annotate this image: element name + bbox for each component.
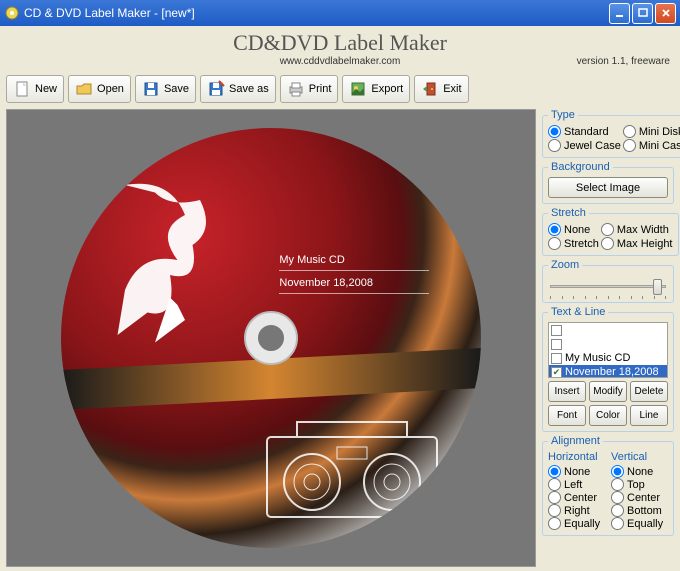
graffiti-art (95, 170, 245, 350)
valign-top-radio[interactable]: Top (611, 478, 668, 491)
background-panel: Background Select Image (542, 161, 674, 204)
valign-equally-radio[interactable]: Equally (611, 517, 668, 530)
textline-panel: Text & Line My Music CD ✔November 18,200… (542, 306, 674, 432)
font-button[interactable]: Font (548, 405, 586, 426)
stretch-panel: Stretch None Max Width Stretch Max Heigh… (542, 207, 679, 256)
type-minicase-radio[interactable]: Mini Case (623, 139, 680, 152)
export-button[interactable]: Export (342, 75, 410, 103)
disc-preview: My Music CD November 18,2008 (61, 128, 481, 548)
app-url: www.cddvdlabelmaker.com (8, 56, 672, 67)
window-title: CD & DVD Label Maker - [new*] (24, 6, 609, 20)
insert-button[interactable]: Insert (548, 381, 586, 402)
alignment-panel: Alignment Horizontal None Left Center Ri… (542, 435, 674, 536)
app-title: CD&DVD Label Maker (8, 30, 672, 56)
zoom-slider[interactable] (548, 277, 668, 295)
list-item[interactable] (549, 323, 667, 337)
stretch-none-radio[interactable]: None (548, 223, 599, 236)
stretch-stretch-radio[interactable]: Stretch (548, 237, 599, 250)
type-standard-radio[interactable]: Standard (548, 125, 621, 138)
saveas-button[interactable]: Save as (200, 75, 276, 103)
save-button[interactable]: Save (135, 75, 196, 103)
new-button[interactable]: New (6, 75, 64, 103)
line-button[interactable]: Line (630, 405, 668, 426)
maximize-button[interactable] (632, 3, 653, 24)
list-item[interactable]: ✔November 18,2008 (549, 365, 667, 378)
valign-none-radio[interactable]: None (611, 465, 668, 478)
halign-equally-radio[interactable]: Equally (548, 517, 605, 530)
open-icon (75, 80, 93, 98)
exit-button[interactable]: Exit (414, 75, 468, 103)
new-icon (13, 80, 31, 98)
halign-center-radio[interactable]: Center (548, 491, 605, 504)
print-icon (287, 80, 305, 98)
close-button[interactable] (655, 3, 676, 24)
type-minidisk-radio[interactable]: Mini Disk (623, 125, 680, 138)
disc-hole (246, 313, 296, 363)
halign-none-radio[interactable]: None (548, 465, 605, 478)
modify-button[interactable]: Modify (589, 381, 627, 402)
stretch-maxheight-radio[interactable]: Max Height (601, 237, 673, 250)
disc-text-block: My Music CD November 18,2008 (279, 254, 429, 294)
halign-left-radio[interactable]: Left (548, 478, 605, 491)
save-icon (142, 80, 160, 98)
color-button[interactable]: Color (589, 405, 627, 426)
delete-button[interactable]: Delete (630, 381, 668, 402)
type-jewel-radio[interactable]: Jewel Case (548, 139, 621, 152)
boombox-art (257, 417, 447, 527)
design-canvas[interactable]: My Music CD November 18,2008 (6, 109, 536, 567)
valign-bottom-radio[interactable]: Bottom (611, 504, 668, 517)
valign-center-radio[interactable]: Center (611, 491, 668, 504)
toolbar: New Open Save Save as Print Export Exit (0, 71, 680, 107)
disc-text-line2[interactable]: November 18,2008 (279, 277, 429, 294)
type-panel: Type Standard Mini Disk Jewel Case Mini … (542, 109, 680, 158)
open-button[interactable]: Open (68, 75, 131, 103)
saveas-icon (207, 80, 225, 98)
version-label: version 1.1, freeware (577, 56, 670, 67)
exit-icon (421, 80, 439, 98)
horizontal-label: Horizontal (548, 451, 605, 463)
select-image-button[interactable]: Select Image (548, 177, 668, 198)
export-icon (349, 80, 367, 98)
stretch-maxwidth-radio[interactable]: Max Width (601, 223, 673, 236)
list-item[interactable]: My Music CD (549, 351, 667, 365)
zoom-panel: Zoom (542, 259, 674, 303)
list-item[interactable] (549, 337, 667, 351)
vertical-label: Vertical (611, 451, 668, 463)
print-button[interactable]: Print (280, 75, 339, 103)
halign-right-radio[interactable]: Right (548, 504, 605, 517)
disc-text-line1[interactable]: My Music CD (279, 254, 429, 271)
minimize-button[interactable] (609, 3, 630, 24)
text-list[interactable]: My Music CD ✔November 18,2008 (548, 322, 668, 378)
app-icon (4, 5, 20, 21)
